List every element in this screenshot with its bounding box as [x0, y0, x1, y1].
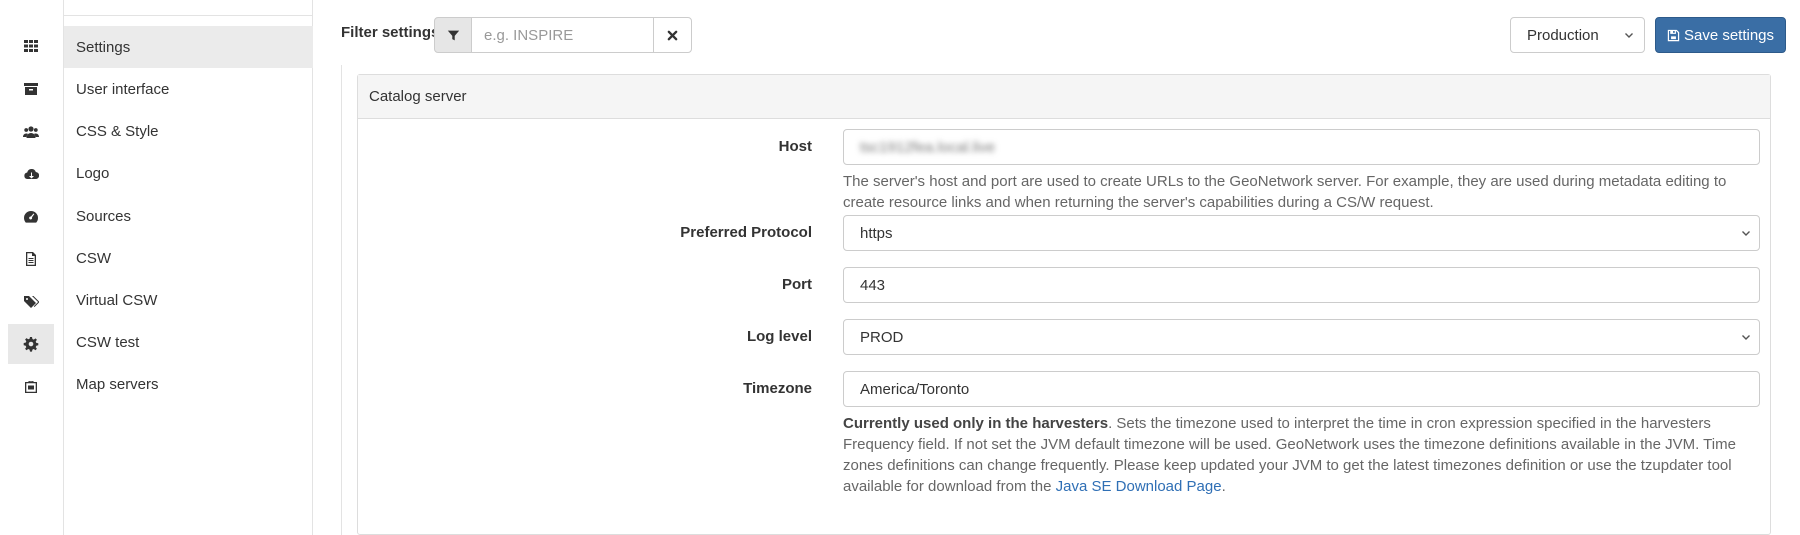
sidebar-item-label: User interface	[76, 80, 170, 98]
timezone-help-end: .	[1221, 478, 1226, 495]
timezone-value: America/Toronto	[860, 380, 970, 398]
close-icon	[667, 30, 678, 40]
log-level-select[interactable]: PROD	[843, 319, 1760, 355]
preferred-protocol-select[interactable]: https	[843, 215, 1760, 251]
settings-sidebar: Settings User interface CSS & Style Logo…	[64, 0, 313, 535]
environment-select[interactable]: Production	[1510, 17, 1645, 53]
filter-button[interactable]	[434, 17, 472, 53]
filter-settings-label: Filter settings	[341, 24, 440, 41]
environment-select-value: Production	[1527, 26, 1599, 44]
timezone-input[interactable]: America/Toronto	[843, 371, 1760, 407]
tags-icon[interactable]	[8, 282, 54, 322]
sidebar-item-virtual-csw[interactable]: Virtual CSW	[64, 279, 313, 321]
sidebar-item-user-interface[interactable]: User interface	[64, 68, 313, 110]
host-input[interactable]: tsc1912fea.local.live	[843, 129, 1760, 165]
host-value: tsc1912fea.local.live	[860, 138, 996, 156]
gear-icon[interactable]	[8, 324, 54, 364]
sidebar-item-label: Logo	[76, 164, 110, 182]
archive-icon[interactable]	[8, 69, 54, 109]
port-label: Port	[782, 276, 812, 293]
sidebar-item-label: CSS & Style	[76, 122, 159, 140]
timezone-label: Timezone	[743, 380, 812, 397]
save-settings-label: Save settings	[1683, 26, 1775, 44]
divider	[64, 15, 313, 16]
filter-group	[434, 17, 692, 53]
sidebar-item-sources[interactable]: Sources	[64, 195, 313, 237]
sidebar-item-label: CSW test	[76, 333, 140, 351]
icon-rail	[0, 0, 64, 535]
save-icon	[1667, 29, 1680, 41]
chevron-down-icon	[1742, 231, 1750, 236]
panel-title: Catalog server	[358, 75, 1770, 119]
grid-icon[interactable]	[8, 26, 54, 66]
sidebar-item-settings[interactable]: Settings	[64, 26, 313, 68]
sidebar-item-label: Settings	[76, 38, 131, 56]
timezone-help-text: Currently used only in the harvesters. S…	[843, 413, 1763, 497]
content-divider	[341, 65, 342, 535]
port-value: 443	[860, 276, 886, 294]
cloud-download-icon[interactable]	[8, 154, 54, 194]
sidebar-item-label: Sources	[76, 207, 132, 225]
port-input[interactable]: 443	[843, 267, 1760, 303]
filter-icon	[447, 30, 459, 40]
filter-settings-input[interactable]	[472, 17, 653, 53]
java-se-download-link[interactable]: Java SE Download Page	[1056, 478, 1222, 495]
chevron-down-icon	[1742, 335, 1750, 340]
clear-filter-button[interactable]	[653, 17, 692, 53]
host-label: Host	[778, 138, 812, 155]
sidebar-item-csw[interactable]: CSW	[64, 237, 313, 279]
sidebar-item-csw-test[interactable]: CSW test	[64, 321, 313, 363]
file-icon[interactable]	[8, 239, 54, 279]
preferred-protocol-label: Preferred Protocol	[680, 224, 812, 241]
sidebar-item-css-style[interactable]: CSS & Style	[64, 110, 313, 152]
preferred-protocol-value: https	[860, 224, 893, 242]
dashboard-icon[interactable]	[8, 197, 54, 237]
briefcase-icon[interactable]	[8, 367, 54, 407]
catalog-server-panel: Catalog server Host tsc1912fea.local.liv…	[357, 74, 1771, 535]
timezone-help-bold: Currently used only in the harvesters	[843, 415, 1109, 432]
sidebar-item-label: CSW	[76, 249, 111, 267]
sidebar-item-map-servers[interactable]: Map servers	[64, 363, 313, 405]
sidebar-item-label: Map servers	[76, 375, 159, 393]
host-help-text: The server's host and port are used to c…	[843, 173, 1727, 211]
log-level-value: PROD	[860, 328, 904, 346]
chevron-down-icon	[1625, 33, 1633, 38]
users-icon[interactable]	[8, 112, 54, 152]
sidebar-item-label: Virtual CSW	[76, 291, 158, 309]
sidebar-item-logo[interactable]: Logo	[64, 152, 313, 194]
save-settings-button[interactable]: Save settings	[1655, 17, 1786, 53]
log-level-label: Log level	[746, 328, 812, 345]
